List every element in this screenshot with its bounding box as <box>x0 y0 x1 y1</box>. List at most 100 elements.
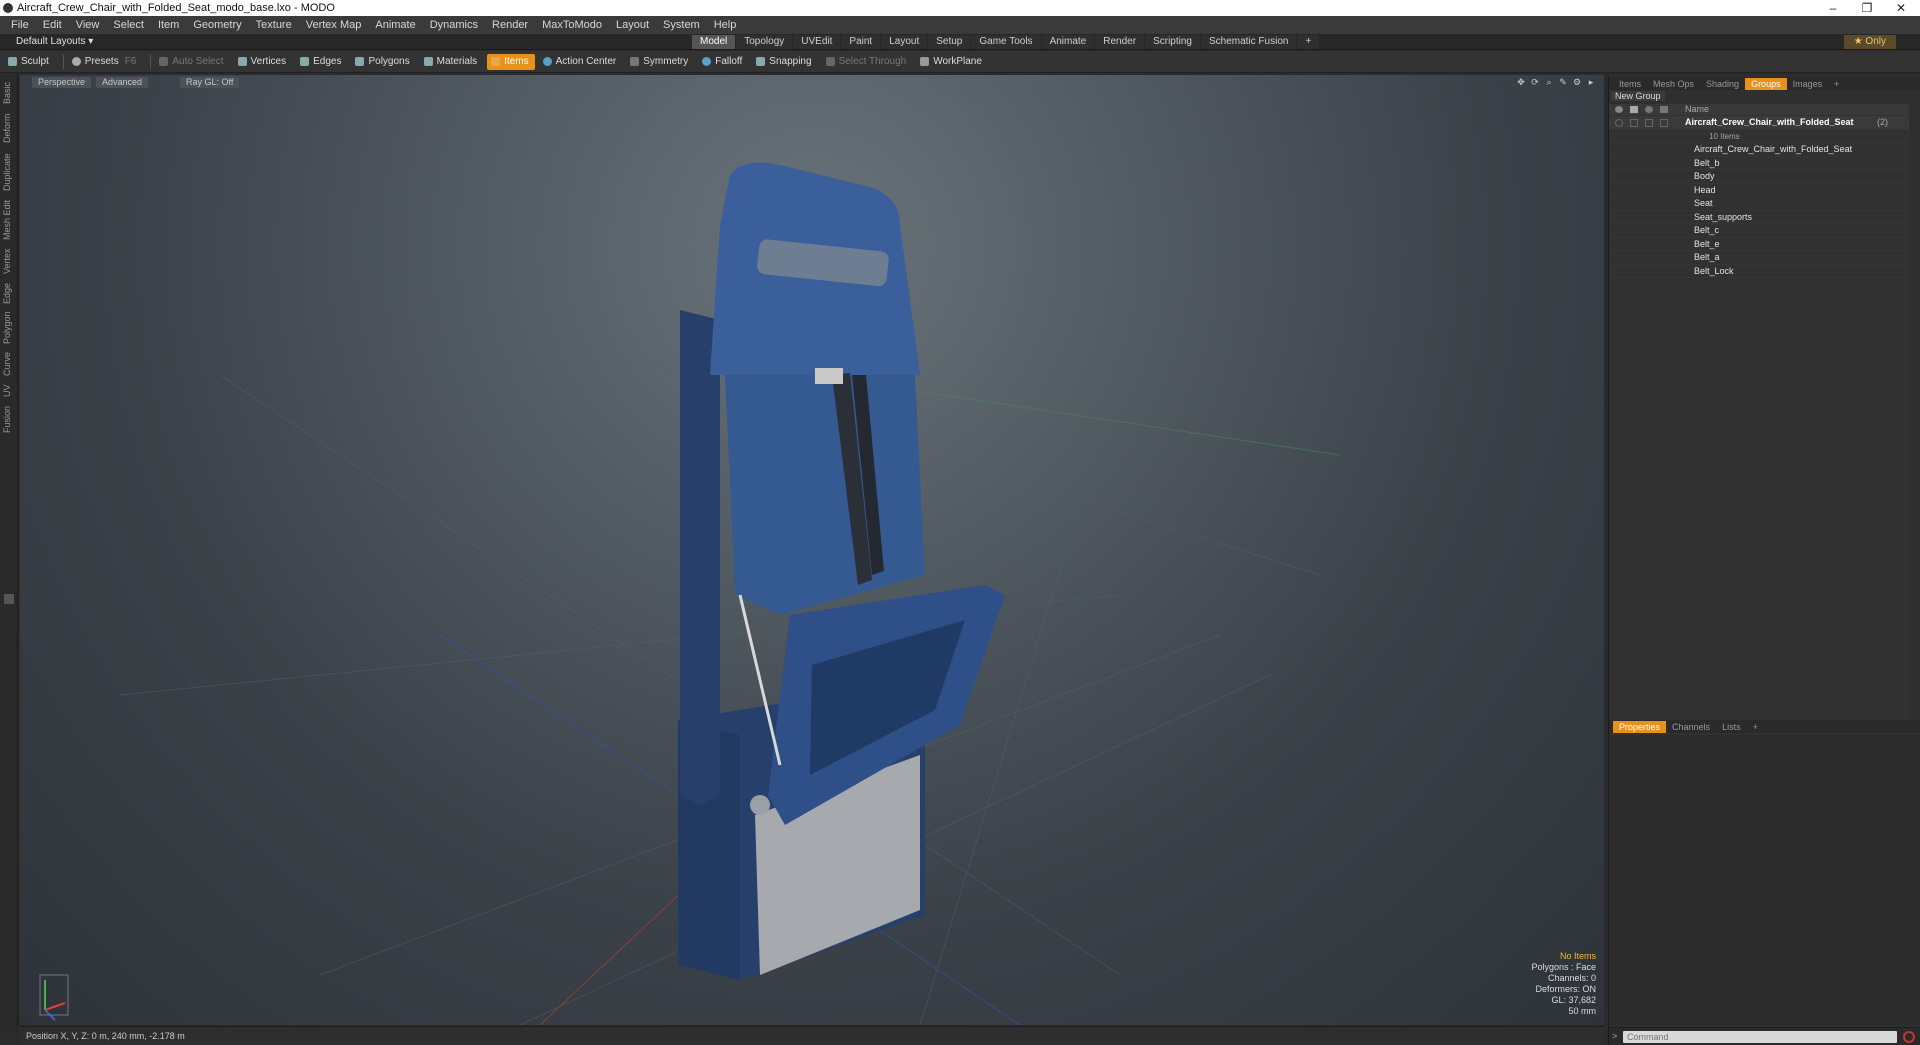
menu-geometry[interactable]: Geometry <box>193 19 241 31</box>
3d-viewport[interactable]: Perspective Advanced Ray GL: Off ✥ ⟳ ⌕ ✎… <box>20 75 1604 1025</box>
menu-dynamics[interactable]: Dynamics <box>430 19 478 31</box>
tree-item[interactable]: Belt_a <box>1609 251 1909 265</box>
tab-render[interactable]: Render <box>1095 35 1145 49</box>
tab-images[interactable]: Images <box>1787 78 1829 90</box>
menu-file[interactable]: File <box>11 19 29 31</box>
tab-properties[interactable]: Properties <box>1613 720 1667 733</box>
polygons-button[interactable]: Polygons <box>351 54 415 70</box>
tab-duplicate[interactable]: Duplicate <box>2 150 16 194</box>
restore-button[interactable]: ❐ <box>1852 0 1882 16</box>
add-tab-button[interactable]: + <box>1297 35 1320 49</box>
group-root-row[interactable]: Aircraft_Crew_Chair_with_Folded_Seat (2) <box>1609 116 1909 130</box>
tab-mesh-ops[interactable]: Mesh Ops <box>1647 78 1700 90</box>
name-column-header[interactable]: Name <box>1685 104 1709 115</box>
render-toggle[interactable] <box>1630 119 1638 127</box>
menu-view[interactable]: View <box>76 19 100 31</box>
tab-curve[interactable]: Curve <box>2 350 16 378</box>
select-through-button[interactable]: Select Through <box>822 54 913 70</box>
tree-item[interactable]: Aircraft_Crew_Chair_with_Folded_Seat <box>1609 143 1909 157</box>
edges-button[interactable]: Edges <box>296 54 347 70</box>
menu-item[interactable]: Item <box>158 19 179 31</box>
tab-lists[interactable]: Lists <box>1716 721 1747 733</box>
tab-scripting[interactable]: Scripting <box>1145 35 1200 49</box>
panel-collapse-icon[interactable] <box>4 594 14 604</box>
tree-item[interactable]: Belt_c <box>1609 224 1909 238</box>
tab-topology[interactable]: Topology <box>736 35 793 49</box>
presets-button[interactable]: Presets F6 <box>68 54 143 70</box>
tree-item[interactable]: Belt_Lock <box>1609 265 1909 278</box>
lock-column-icon[interactable] <box>1645 106 1653 113</box>
tree-item[interactable]: Head <box>1609 184 1909 197</box>
vertices-button[interactable]: Vertices <box>234 54 293 70</box>
viewport-menu-icon[interactable]: ▸ <box>1586 77 1596 87</box>
tab-model[interactable]: Model <box>692 35 736 49</box>
menu-vertex-map[interactable]: Vertex Map <box>306 19 362 31</box>
select-toggle[interactable] <box>1660 119 1668 127</box>
only-toggle[interactable]: ★ Only <box>1843 35 1896 49</box>
tab-fusion[interactable]: Fusion <box>2 404 16 434</box>
close-button[interactable]: ✕ <box>1886 0 1916 16</box>
symmetry-button[interactable]: Symmetry <box>626 54 694 70</box>
tab-polygon[interactable]: Polygon <box>2 310 16 346</box>
auto-select-button[interactable]: Auto Select <box>155 54 229 70</box>
menu-edit[interactable]: Edit <box>43 19 62 31</box>
sculpt-button[interactable]: Sculpt <box>4 54 55 70</box>
new-group-button[interactable]: New Group <box>1611 91 1665 101</box>
tab-uv[interactable]: UV <box>2 382 16 400</box>
snapping-button[interactable]: Snapping <box>752 54 817 70</box>
menu-animate[interactable]: Animate <box>375 19 415 31</box>
render-column-icon[interactable] <box>1630 106 1638 113</box>
action-center-button[interactable]: Action Center <box>539 54 623 70</box>
items-button[interactable]: Items <box>487 53 535 70</box>
command-history-button[interactable] <box>1903 1031 1915 1043</box>
tab-uvedit[interactable]: UVEdit <box>793 35 841 49</box>
menu-select[interactable]: Select <box>113 19 144 31</box>
command-input[interactable] <box>1623 1031 1897 1043</box>
raygl-toggle[interactable]: Ray GL: Off <box>180 77 240 88</box>
menu-render[interactable]: Render <box>492 19 528 31</box>
move-view-icon[interactable]: ✥ <box>1516 77 1526 87</box>
shading-advanced-button[interactable]: Advanced <box>96 77 149 88</box>
zoom-view-icon[interactable]: ⌕ <box>1544 77 1554 87</box>
tab-items[interactable]: Items <box>1613 78 1647 90</box>
materials-button[interactable]: Materials <box>420 54 484 70</box>
visibility-column-icon[interactable] <box>1615 106 1623 113</box>
tree-item[interactable]: Belt_b <box>1609 157 1909 170</box>
add-panel-tab-button[interactable]: + <box>1828 78 1845 90</box>
menu-layout[interactable]: Layout <box>616 19 649 31</box>
tab-groups[interactable]: Groups <box>1745 77 1787 90</box>
menu-system[interactable]: System <box>663 19 700 31</box>
select-column-icon[interactable] <box>1660 106 1668 113</box>
menu-help[interactable]: Help <box>714 19 737 31</box>
pencil-icon[interactable]: ✎ <box>1558 77 1568 87</box>
minimize-button[interactable]: – <box>1818 0 1848 16</box>
tab-schematic-fusion[interactable]: Schematic Fusion <box>1200 35 1297 49</box>
tab-animate[interactable]: Animate <box>1041 35 1095 49</box>
workplane-button[interactable]: WorkPlane <box>916 54 988 70</box>
tab-layout[interactable]: Layout <box>881 35 928 49</box>
tab-setup[interactable]: Setup <box>928 35 971 49</box>
menu-maxtomodo[interactable]: MaxToModo <box>542 19 602 31</box>
tab-edge[interactable]: Edge <box>2 280 16 306</box>
visibility-eye-icon[interactable] <box>1615 119 1623 127</box>
tab-shading[interactable]: Shading <box>1700 78 1745 90</box>
tab-channels[interactable]: Channels <box>1666 721 1716 733</box>
tree-item[interactable]: Belt_e <box>1609 238 1909 251</box>
falloff-button[interactable]: Falloff <box>698 54 748 70</box>
viewport-settings-icon[interactable]: ⚙ <box>1572 77 1582 87</box>
default-layouts-dropdown[interactable]: Default Layouts ▾ <box>4 35 93 49</box>
tab-mesh-edit[interactable]: Mesh Edit <box>2 198 16 242</box>
tree-item[interactable]: Seat <box>1609 197 1909 211</box>
tab-vertex[interactable]: Vertex <box>2 246 16 276</box>
rotate-view-icon[interactable]: ⟳ <box>1530 77 1540 87</box>
menu-texture[interactable]: Texture <box>256 19 292 31</box>
tree-item[interactable]: Body <box>1609 170 1909 184</box>
tab-paint[interactable]: Paint <box>841 35 881 49</box>
tab-deform[interactable]: Deform <box>2 110 16 146</box>
add-properties-tab-button[interactable]: + <box>1747 721 1764 733</box>
lock-toggle[interactable] <box>1645 119 1653 127</box>
tab-game-tools[interactable]: Game Tools <box>971 35 1041 49</box>
tab-basic[interactable]: Basic <box>2 80 16 106</box>
tree-item[interactable]: Seat_supports <box>1609 211 1909 224</box>
view-perspective-button[interactable]: Perspective <box>32 77 92 88</box>
